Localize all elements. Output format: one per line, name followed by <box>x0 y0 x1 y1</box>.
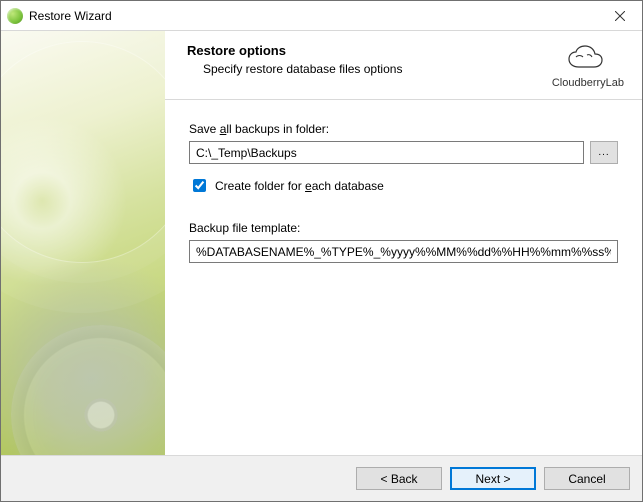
wizard-header: Restore options Specify restore database… <box>165 31 642 100</box>
page-title: Restore options <box>187 43 552 58</box>
cloud-icon <box>561 45 615 75</box>
save-folder-input[interactable] <box>189 141 584 164</box>
client-area: Restore options Specify restore database… <box>1 31 642 455</box>
create-folder-checkbox[interactable] <box>193 179 206 192</box>
brand-name: CloudberryLab <box>552 77 624 89</box>
browse-button[interactable]: ... <box>590 141 618 164</box>
app-icon <box>7 8 23 24</box>
content-panel: Restore options Specify restore database… <box>165 31 642 455</box>
template-input[interactable] <box>189 240 618 263</box>
close-button[interactable] <box>597 1 642 30</box>
title-bar: Restore Wizard <box>1 1 642 31</box>
cancel-button[interactable]: Cancel <box>544 467 630 490</box>
restore-wizard-window: Restore Wizard Restore options Specify r… <box>0 0 643 502</box>
page-subtitle: Specify restore database files options <box>203 62 552 76</box>
create-folder-checkbox-row[interactable]: Create folder for each database <box>189 176 618 195</box>
back-button[interactable]: < Back <box>356 467 442 490</box>
brand-logo: CloudberryLab <box>552 43 624 89</box>
next-button[interactable]: Next > <box>450 467 536 490</box>
form-area: Save all backups in folder: ... Create f… <box>165 100 642 273</box>
wizard-footer: < Back Next > Cancel <box>1 455 642 501</box>
template-label: Backup file template: <box>189 221 618 235</box>
window-title: Restore Wizard <box>29 9 597 23</box>
close-icon <box>615 11 625 21</box>
save-folder-label: Save all backups in folder: <box>189 122 618 136</box>
wizard-sidebar-graphic <box>1 31 165 455</box>
create-folder-label: Create folder for each database <box>215 179 384 193</box>
